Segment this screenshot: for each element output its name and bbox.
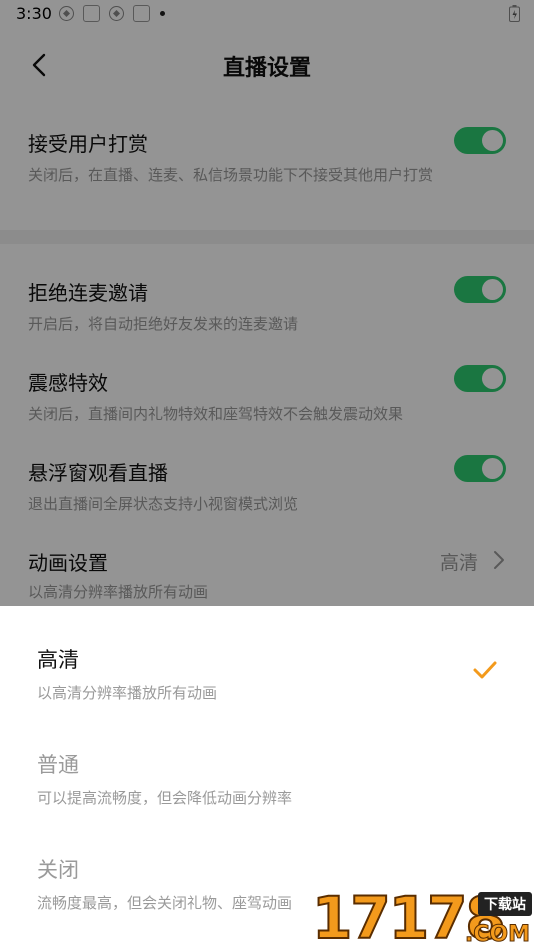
site-watermark-logo: 17178 下载站 .COM <box>311 885 534 950</box>
option-normal[interactable]: 普通 可以提高流畅度，但会降低动画分辨率 <box>0 725 534 830</box>
option-title: 关闭 <box>37 858 79 882</box>
option-description: 流畅度最高，但会关闭礼物、座驾动画 <box>37 894 293 912</box>
option-high-definition[interactable]: 高清 以高清分辨率播放所有动画 <box>0 620 534 725</box>
option-description: 可以提高流畅度，但会降低动画分辨率 <box>37 789 293 807</box>
checkmark-icon <box>473 661 497 679</box>
option-title: 高清 <box>37 648 79 672</box>
option-title: 普通 <box>37 753 79 777</box>
watermark-tag: 下载站 <box>478 892 532 916</box>
option-description: 以高清分辨率播放所有动画 <box>37 684 218 702</box>
watermark-suffix: .COM <box>464 922 530 948</box>
